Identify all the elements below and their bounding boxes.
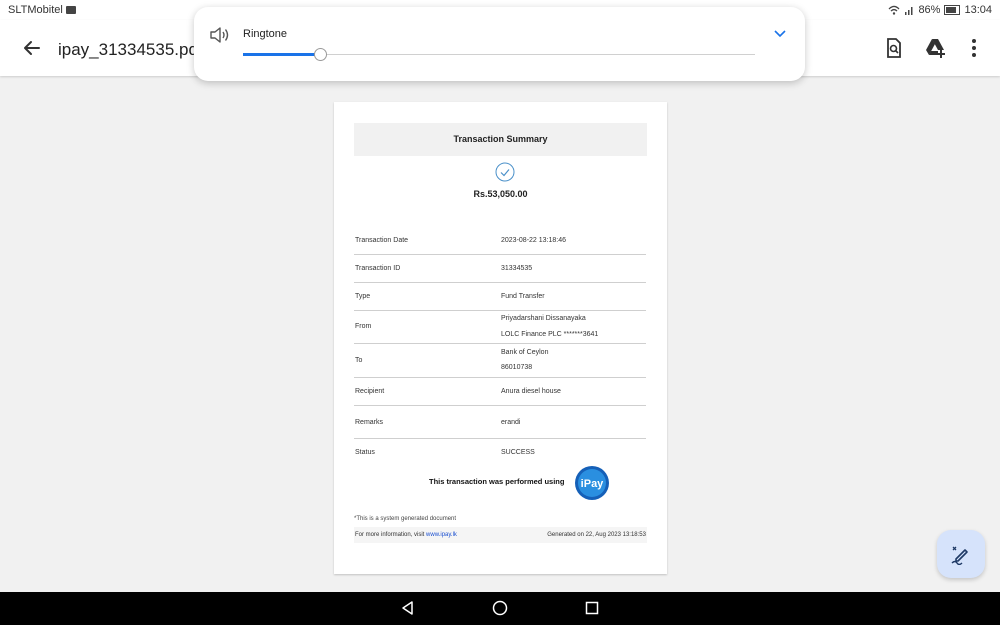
- battery-icon: [944, 5, 961, 15]
- row-label: To: [355, 357, 363, 364]
- chevron-down-icon[interactable]: [772, 27, 788, 41]
- row-value-secondary: LOLC Finance PLC *******3641: [501, 331, 599, 338]
- speaker-icon[interactable]: [208, 25, 230, 45]
- document-footer: For more information, visit www.ipay.lk …: [354, 527, 647, 543]
- transaction-amount: Rs.53,050.00: [473, 189, 528, 199]
- row-value: Fund Transfer: [501, 293, 545, 300]
- carrier-group: SLTMobitel: [8, 4, 76, 16]
- volume-stream-label: Ringtone: [243, 28, 288, 40]
- wifi-icon: [888, 5, 900, 15]
- system-nav-bar: [0, 592, 1000, 625]
- home-circle-icon[interactable]: [492, 600, 508, 616]
- add-to-drive-icon[interactable]: [924, 36, 948, 60]
- performed-using-text: This transaction was performed using: [429, 477, 565, 486]
- row-transaction-date: Transaction Date 2023-08-22 13:18:46: [354, 226, 646, 255]
- row-value: Bank of Ceylon: [501, 349, 549, 356]
- find-in-page-icon[interactable]: [882, 36, 906, 60]
- row-label: Transaction ID: [355, 265, 401, 272]
- volume-slider-thumb[interactable]: [313, 48, 327, 61]
- volume-slider-fill: [243, 53, 320, 56]
- ipay-logo: iPay: [575, 466, 609, 500]
- back-triangle-icon[interactable]: [400, 600, 416, 616]
- row-value: Anura diesel house: [501, 388, 561, 395]
- battery-percent: 86%: [918, 4, 941, 16]
- arrow-left-icon[interactable]: [20, 36, 44, 60]
- row-transaction-id: Transaction ID 31334535: [354, 254, 646, 283]
- signal-icon: [905, 7, 913, 15]
- row-label: Status: [355, 449, 375, 456]
- row-status: Status SUCCESS: [354, 438, 646, 464]
- row-value-secondary: 86010738: [501, 364, 533, 371]
- summary-heading: Transaction Summary: [354, 123, 647, 156]
- footer-info-prefix: For more information, visit: [355, 532, 427, 538]
- row-to: To Bank of Ceylon 86010738: [354, 343, 646, 378]
- document-title: ipay_31334535.pdf: [58, 40, 203, 59]
- row-recipient: Recipient Anura diesel house: [354, 377, 646, 406]
- row-value: erandi: [501, 419, 521, 426]
- recents-square-icon[interactable]: [584, 600, 600, 616]
- check-circle-icon: [495, 162, 515, 182]
- row-label: Remarks: [355, 419, 384, 426]
- row-value: SUCCESS: [501, 449, 535, 456]
- annotate-button[interactable]: [937, 530, 985, 578]
- annotate-pen-icon: [951, 546, 968, 565]
- more-vert-icon[interactable]: [962, 36, 986, 60]
- footer-info: For more information, visit www.ipay.lk: [355, 532, 457, 538]
- carrier-name: SLTMobitel: [8, 4, 63, 16]
- row-label: Type: [355, 293, 371, 300]
- footer-generated: Generated on 22, Aug 2023 13:18:53: [547, 532, 646, 538]
- footer-link[interactable]: www.ipay.lk: [426, 532, 457, 538]
- row-from: From Priyadarshani Dissanayaka LOLC Fina…: [354, 310, 646, 344]
- row-remarks: Remarks erandi: [354, 405, 646, 439]
- row-label: Transaction Date: [355, 237, 409, 244]
- volume-panel: Ringtone: [194, 7, 805, 81]
- clock: 13:04: [964, 4, 992, 16]
- row-label: Recipient: [355, 388, 385, 395]
- row-value: 2023-08-22 13:18:46: [501, 237, 566, 244]
- system-note: *This is a system generated document: [354, 516, 457, 522]
- row-value: Priyadarshani Dissanayaka: [501, 315, 586, 322]
- mail-icon: [65, 6, 76, 14]
- volume-slider[interactable]: [243, 48, 755, 61]
- ipay-logo-text: iPay: [581, 478, 605, 490]
- status-right: 86% 13:04: [888, 4, 992, 16]
- row-label: From: [355, 323, 372, 330]
- pdf-page: Transaction Summary Rs.53,050.00 Transac…: [334, 102, 667, 574]
- row-type: Type Fund Transfer: [354, 282, 646, 311]
- row-value: 31334535: [501, 265, 533, 272]
